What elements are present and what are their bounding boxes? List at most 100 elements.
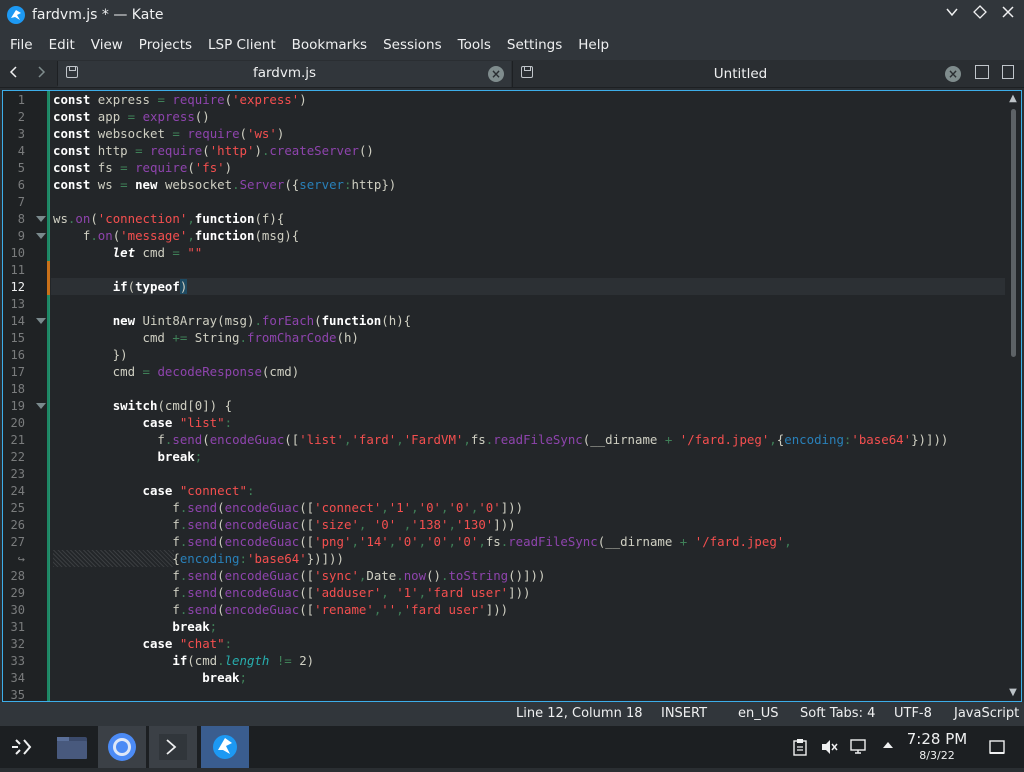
- line-number-row[interactable]: 10: [3, 244, 50, 261]
- code-line[interactable]: break;: [51, 448, 1005, 465]
- line-number-row[interactable]: 25: [3, 499, 50, 516]
- line-number-row[interactable]: 19: [3, 397, 50, 414]
- line-number-row[interactable]: 27: [3, 533, 50, 550]
- line-number-row[interactable]: 1: [3, 91, 50, 108]
- network-icon[interactable]: [850, 738, 868, 756]
- menu-file[interactable]: File: [2, 37, 41, 53]
- show-desktop-icon[interactable]: [988, 738, 1006, 756]
- line-number-row[interactable]: 29: [3, 584, 50, 601]
- fold-arrow-icon[interactable]: [36, 403, 46, 409]
- menu-edit[interactable]: Edit: [41, 37, 83, 53]
- line-number-row[interactable]: 24: [3, 482, 50, 499]
- language-mode[interactable]: JavaScript: [954, 706, 1019, 721]
- code-line[interactable]: case "chat":: [51, 635, 1005, 652]
- line-number-row[interactable]: 32: [3, 635, 50, 652]
- code-line[interactable]: break;: [51, 618, 1005, 635]
- line-number-row[interactable]: 4: [3, 142, 50, 159]
- cursor-position[interactable]: Line 12, Column 18: [516, 706, 643, 721]
- minimize-button[interactable]: [944, 5, 960, 25]
- clock-time[interactable]: 7:28 PM: [906, 730, 968, 748]
- volume-muted-icon[interactable]: [820, 738, 838, 756]
- menu-help[interactable]: Help: [570, 37, 617, 53]
- code-line[interactable]: f.send(encodeGuac(['sync',Date.now().toS…: [51, 567, 1005, 584]
- task-kate[interactable]: [201, 726, 249, 768]
- menu-sessions[interactable]: Sessions: [375, 37, 450, 53]
- close-tab-icon[interactable]: ×: [488, 66, 504, 82]
- code-line[interactable]: [51, 193, 1005, 210]
- line-number-gutter[interactable]: 1 2 3 4 5 6 7 8 9 10 11 12 13 14 15 16 17 18 19 20 21 22 23 24 2…: [3, 91, 50, 701]
- code-line[interactable]: let cmd = "": [51, 244, 1005, 261]
- close-window-button[interactable]: [1000, 5, 1016, 25]
- file-encoding[interactable]: UTF-8: [894, 706, 932, 721]
- line-number-row[interactable]: 20: [3, 414, 50, 431]
- code-line[interactable]: const ws = new websocket.Server({server:…: [51, 176, 1005, 193]
- code-line[interactable]: cmd = decodeResponse(cmd): [51, 363, 1005, 380]
- line-number-row[interactable]: 2: [3, 108, 50, 125]
- forward-button[interactable]: [32, 65, 50, 83]
- code-line[interactable]: case "list":: [51, 414, 1005, 431]
- line-number-row[interactable]: 14: [3, 312, 50, 329]
- code-line[interactable]: ws.on('connection',function(f){: [51, 210, 1005, 227]
- line-number-row[interactable]: 12: [3, 278, 50, 295]
- line-number-row[interactable]: 31: [3, 618, 50, 635]
- tab-untitled[interactable]: Untitled ×: [512, 61, 968, 87]
- menu-bookmarks[interactable]: Bookmarks: [284, 37, 375, 53]
- fold-arrow-icon[interactable]: [36, 318, 46, 324]
- new-document-icon[interactable]: [975, 65, 989, 79]
- line-number-row[interactable]: 33: [3, 652, 50, 669]
- line-number-row[interactable]: 5: [3, 159, 50, 176]
- code-line[interactable]: f.send(encodeGuac(['adduser', '1','fard …: [51, 584, 1005, 601]
- code-line[interactable]: {encoding:'base64'})])): [51, 550, 1005, 567]
- code-line[interactable]: break;: [51, 669, 1005, 686]
- code-editor[interactable]: 1 2 3 4 5 6 7 8 9 10 11 12 13 14 15 16 17 18 19 20 21 22 23 24 2…: [2, 90, 1022, 702]
- code-line[interactable]: const fs = require('fs'): [51, 159, 1005, 176]
- maximize-button[interactable]: [972, 5, 988, 25]
- code-line[interactable]: const http = require('http').createServe…: [51, 142, 1005, 159]
- line-number-row[interactable]: 16: [3, 346, 50, 363]
- code-line[interactable]: if(cmd.length != 2): [51, 652, 1005, 669]
- line-number-row[interactable]: 35: [3, 686, 50, 701]
- application-launcher[interactable]: [0, 726, 48, 768]
- dictionary[interactable]: en_US: [738, 706, 779, 721]
- code-line[interactable]: f.send(encodeGuac(['size', '0' ,'138','1…: [51, 516, 1005, 533]
- code-line[interactable]: f.send(encodeGuac(['list','fard','FardVM…: [51, 431, 1005, 448]
- task-file-manager[interactable]: [48, 726, 96, 768]
- back-button[interactable]: [5, 65, 23, 83]
- line-number-row[interactable]: 23: [3, 465, 50, 482]
- line-number-row[interactable]: 21: [3, 431, 50, 448]
- line-number-row[interactable]: 15: [3, 329, 50, 346]
- line-number-row[interactable]: 3: [3, 125, 50, 142]
- indentation-mode[interactable]: Soft Tabs: 4: [800, 706, 875, 721]
- line-number-row[interactable]: 9: [3, 227, 50, 244]
- line-number-row[interactable]: 28: [3, 567, 50, 584]
- line-number-row[interactable]: 6: [3, 176, 50, 193]
- vertical-scrollbar[interactable]: ▲ ▼: [1005, 91, 1021, 701]
- code-line[interactable]: [51, 380, 1005, 397]
- code-line[interactable]: f.send(encodeGuac(['rename','','fard use…: [51, 601, 1005, 618]
- split-view-icon[interactable]: [1002, 65, 1014, 79]
- code-line[interactable]: f.on('message',function(msg){: [51, 227, 1005, 244]
- code-line[interactable]: new Uint8Array(msg).forEach(function(h){: [51, 312, 1005, 329]
- menu-lsp-client[interactable]: LSP Client: [200, 37, 284, 53]
- line-number-row[interactable]: 18: [3, 380, 50, 397]
- fold-arrow-icon[interactable]: [36, 216, 46, 222]
- task-chromium[interactable]: [98, 726, 146, 768]
- scrollbar-thumb[interactable]: [1011, 109, 1016, 357]
- code-line[interactable]: [51, 686, 1005, 701]
- code-area[interactable]: const express = require('express') const …: [51, 91, 1005, 701]
- line-number-row[interactable]: 17: [3, 363, 50, 380]
- code-line[interactable]: [51, 465, 1005, 482]
- line-number-row[interactable]: ↪: [3, 550, 50, 567]
- code-line[interactable]: f.send(encodeGuac(['png','14','0','0','0…: [51, 533, 1005, 550]
- line-number-row[interactable]: 7: [3, 193, 50, 210]
- menu-settings[interactable]: Settings: [499, 37, 570, 53]
- menu-view[interactable]: View: [83, 37, 131, 53]
- code-line[interactable]: switch(cmd[0]) {: [51, 397, 1005, 414]
- code-line[interactable]: }): [51, 346, 1005, 363]
- code-line[interactable]: [51, 295, 1005, 312]
- code-line[interactable]: if(typeof): [51, 278, 1005, 295]
- line-number-row[interactable]: 30: [3, 601, 50, 618]
- menu-projects[interactable]: Projects: [131, 37, 200, 53]
- line-number-row[interactable]: 34: [3, 669, 50, 686]
- code-line[interactable]: cmd += String.fromCharCode(h): [51, 329, 1005, 346]
